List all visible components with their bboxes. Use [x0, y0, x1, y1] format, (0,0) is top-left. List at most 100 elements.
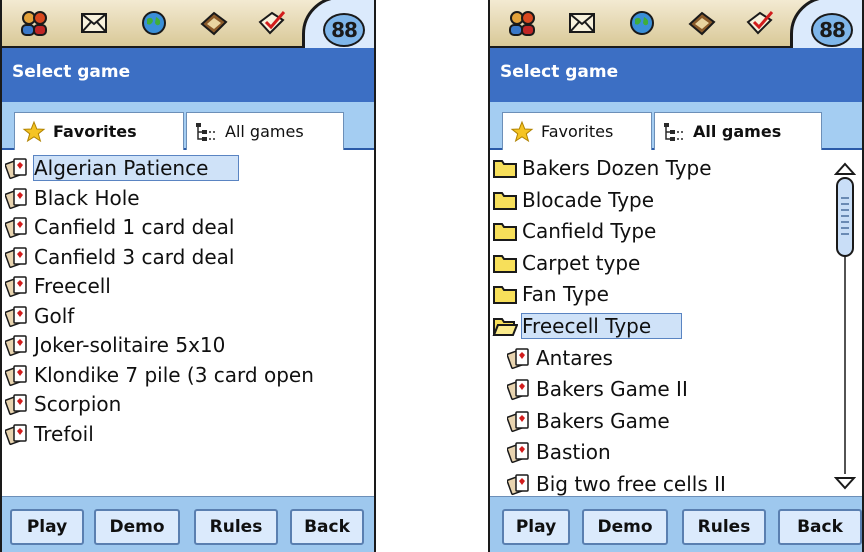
category-item[interactable]: Canfield Type — [492, 215, 656, 247]
item-label: Bakers Dozen Type — [522, 156, 712, 180]
scroll-up-arrow-icon — [833, 162, 857, 175]
demo-button[interactable]: Demo — [582, 509, 668, 545]
item-label: Freecell Type — [520, 313, 683, 339]
cards-icon — [4, 303, 30, 329]
app-launcher-bar: 88 — [490, 0, 862, 54]
game-item[interactable]: Klondike 7 pile (3 card open — [4, 359, 314, 391]
back-button[interactable]: Back — [778, 509, 862, 545]
item-label: Blocade Type — [522, 187, 655, 212]
item-label: Algerian Patience — [32, 155, 240, 181]
game-item[interactable]: Antares — [506, 342, 613, 374]
folder-icon — [492, 187, 518, 213]
tab-favorites[interactable]: Favorites — [502, 112, 652, 150]
tab-all-games[interactable]: All games — [186, 112, 344, 150]
tab-strip: Favorites All games — [2, 102, 374, 150]
button-bar: Play Demo Rules Back — [2, 496, 374, 552]
game-item[interactable]: Trefoil — [4, 418, 94, 450]
tab-label: Favorites — [53, 122, 137, 141]
item-label: Big two free cells II — [536, 472, 726, 496]
item-label: Fan Type — [522, 282, 609, 307]
game-item[interactable]: Golf — [4, 300, 74, 332]
folder-icon — [492, 155, 518, 181]
tree-list-icon — [661, 121, 687, 143]
page-title: Select game — [500, 62, 619, 82]
mail-icon[interactable] — [78, 8, 110, 38]
item-label: Joker-solitaire 5x10 — [34, 333, 226, 357]
category-item[interactable]: Fan Type — [492, 278, 609, 310]
tree-list-icon — [193, 121, 219, 143]
tab-label: Favorites — [541, 122, 614, 141]
item-label: Canfield Type — [522, 219, 657, 244]
game-item[interactable]: Big two free cells II — [506, 468, 726, 496]
folder-icon — [492, 218, 518, 244]
menu-icon[interactable]: 88 — [790, 0, 862, 54]
cards-icon — [506, 408, 532, 434]
cards-icon — [4, 273, 30, 299]
tab-all-games[interactable]: All games — [654, 112, 822, 150]
game-item[interactable]: Black Hole — [4, 182, 140, 214]
game-item[interactable]: Joker-solitaire 5x10 — [4, 329, 225, 361]
cards-icon — [506, 439, 532, 465]
contacts-icon[interactable] — [506, 8, 538, 38]
tasks-icon[interactable] — [256, 8, 288, 38]
rules-button[interactable]: Rules — [194, 509, 278, 545]
game-item[interactable]: Freecell — [4, 270, 111, 302]
item-label: Canfield 3 card deal — [34, 244, 235, 269]
mail-icon[interactable] — [566, 8, 598, 38]
button-bar: Play Demo Rules Back — [490, 496, 862, 552]
web-icon[interactable] — [626, 8, 658, 38]
notes-icon[interactable] — [198, 8, 230, 38]
category-item[interactable]: Bakers Dozen Type — [492, 152, 712, 184]
game-tree: Bakers Dozen Type Blocade Type Canfield Ty… — [490, 150, 862, 496]
cards-icon — [4, 155, 30, 181]
item-label: Carpet type — [522, 250, 641, 275]
game-item[interactable]: Algerian Patience — [4, 152, 240, 184]
game-item[interactable]: Bakers Game II — [506, 373, 688, 405]
web-icon[interactable] — [138, 8, 170, 38]
back-button[interactable]: Back — [290, 509, 364, 545]
category-item[interactable]: Carpet type — [492, 247, 640, 279]
cards-icon — [506, 345, 532, 371]
notes-icon[interactable] — [686, 8, 718, 38]
star-icon — [21, 120, 47, 144]
contacts-icon[interactable] — [18, 8, 50, 38]
game-item[interactable]: Bastion — [506, 436, 611, 468]
menu-icon[interactable]: 88 — [302, 0, 374, 54]
cards-icon — [4, 214, 30, 240]
cards-icon — [4, 362, 30, 388]
rules-button[interactable]: Rules — [682, 509, 766, 545]
play-button[interactable]: Play — [502, 509, 570, 545]
item-label: Freecell — [34, 274, 111, 298]
app-launcher-bar: 88 — [2, 0, 374, 54]
game-item[interactable]: Canfield 1 card deal — [4, 211, 234, 243]
cards-icon — [4, 244, 30, 270]
play-button[interactable]: Play — [10, 509, 84, 545]
item-label: Trefoil — [34, 421, 94, 446]
category-item[interactable]: Blocade Type — [492, 184, 654, 216]
item-label: Bastion — [536, 440, 611, 465]
item-label: Canfield 1 card deal — [34, 215, 235, 239]
category-item[interactable]: Freecell Type — [492, 310, 683, 342]
cards-icon — [4, 391, 30, 417]
cards-icon — [4, 332, 30, 358]
demo-button[interactable]: Demo — [94, 509, 180, 545]
tab-strip: Favorites All games — [490, 102, 862, 150]
tab-label: All games — [693, 122, 782, 141]
all-games-screen: 88 Select game Favorites All games Baker… — [488, 0, 864, 552]
scroll-down-arrow-icon — [833, 477, 857, 490]
game-item[interactable]: Canfield 3 card deal — [4, 241, 234, 273]
tab-label: All games — [225, 122, 304, 141]
item-label: Black Hole — [34, 185, 140, 210]
page-title: Select game — [12, 62, 131, 82]
scrollbar[interactable] — [833, 162, 857, 490]
cards-icon — [506, 471, 532, 496]
title-bar: Select game — [2, 48, 374, 103]
tab-favorites[interactable]: Favorites — [14, 112, 184, 150]
game-item[interactable]: Bakers Game — [506, 405, 670, 437]
item-label: Antares — [536, 345, 613, 370]
item-label: Golf — [34, 303, 75, 328]
game-item[interactable]: Scorpion — [4, 388, 121, 420]
cards-icon — [4, 421, 30, 447]
item-label: Bakers Game — [536, 408, 670, 433]
tasks-icon[interactable] — [744, 8, 776, 38]
